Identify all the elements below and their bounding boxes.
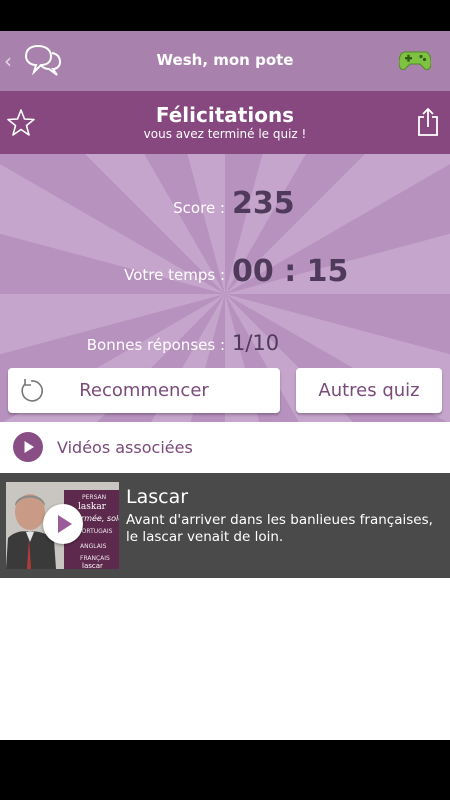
other-quizzes-button[interactable]: Autres quiz	[296, 368, 442, 413]
gamepad-icon[interactable]	[399, 48, 431, 72]
restart-button-label: Recommencer	[79, 380, 209, 401]
restart-icon	[21, 379, 43, 402]
other-quizzes-label: Autres quiz	[318, 380, 420, 401]
related-videos-header: Vidéos associées	[0, 422, 450, 473]
correct-answers-label: Bonnes réponses :	[86, 336, 225, 354]
video-play-button[interactable]	[43, 504, 83, 544]
restart-button[interactable]: Recommencer	[8, 368, 280, 413]
share-icon[interactable]	[416, 107, 440, 137]
video-list-item[interactable]: PERSAN laskar armée, solda PORTUGAIS ANG…	[0, 473, 450, 578]
video-title: Lascar	[126, 486, 189, 508]
thumb-word: PERSAN	[82, 494, 107, 501]
navigation-bar	[0, 740, 450, 800]
score-panel: Score : 235 Votre temps : 00 : 15 Bonnes…	[0, 154, 450, 422]
thumb-word: lascar	[82, 562, 103, 569]
thumb-word: ANGLAIS	[80, 543, 107, 550]
result-subtitle: vous avez terminé le quiz !	[143, 127, 307, 141]
time-label: Votre temps :	[124, 266, 225, 284]
time-value: 00 : 15	[232, 254, 349, 289]
play-triangle-icon	[58, 515, 72, 533]
thumb-word: PORTUGAIS	[78, 528, 113, 535]
app-title: Wesh, mon pote	[156, 51, 294, 69]
play-icon	[13, 432, 43, 462]
app-bar: ‹ Wesh, mon pote	[0, 31, 450, 91]
result-title: Félicitations	[155, 103, 295, 127]
related-videos-label: Vidéos associées	[57, 438, 193, 457]
score-value: 235	[232, 186, 295, 221]
content-area	[0, 578, 450, 740]
correct-answers-value: 1/10	[232, 331, 280, 355]
status-bar	[0, 0, 450, 31]
video-description: Avant d'arriver dans les banlieues franç…	[126, 512, 433, 545]
video-thumbnail[interactable]: PERSAN laskar armée, solda PORTUGAIS ANG…	[6, 482, 119, 569]
result-header: Félicitations vous avez terminé le quiz …	[0, 91, 450, 154]
thumb-word: FRANÇAIS	[80, 555, 110, 562]
score-label: Score :	[173, 199, 225, 217]
